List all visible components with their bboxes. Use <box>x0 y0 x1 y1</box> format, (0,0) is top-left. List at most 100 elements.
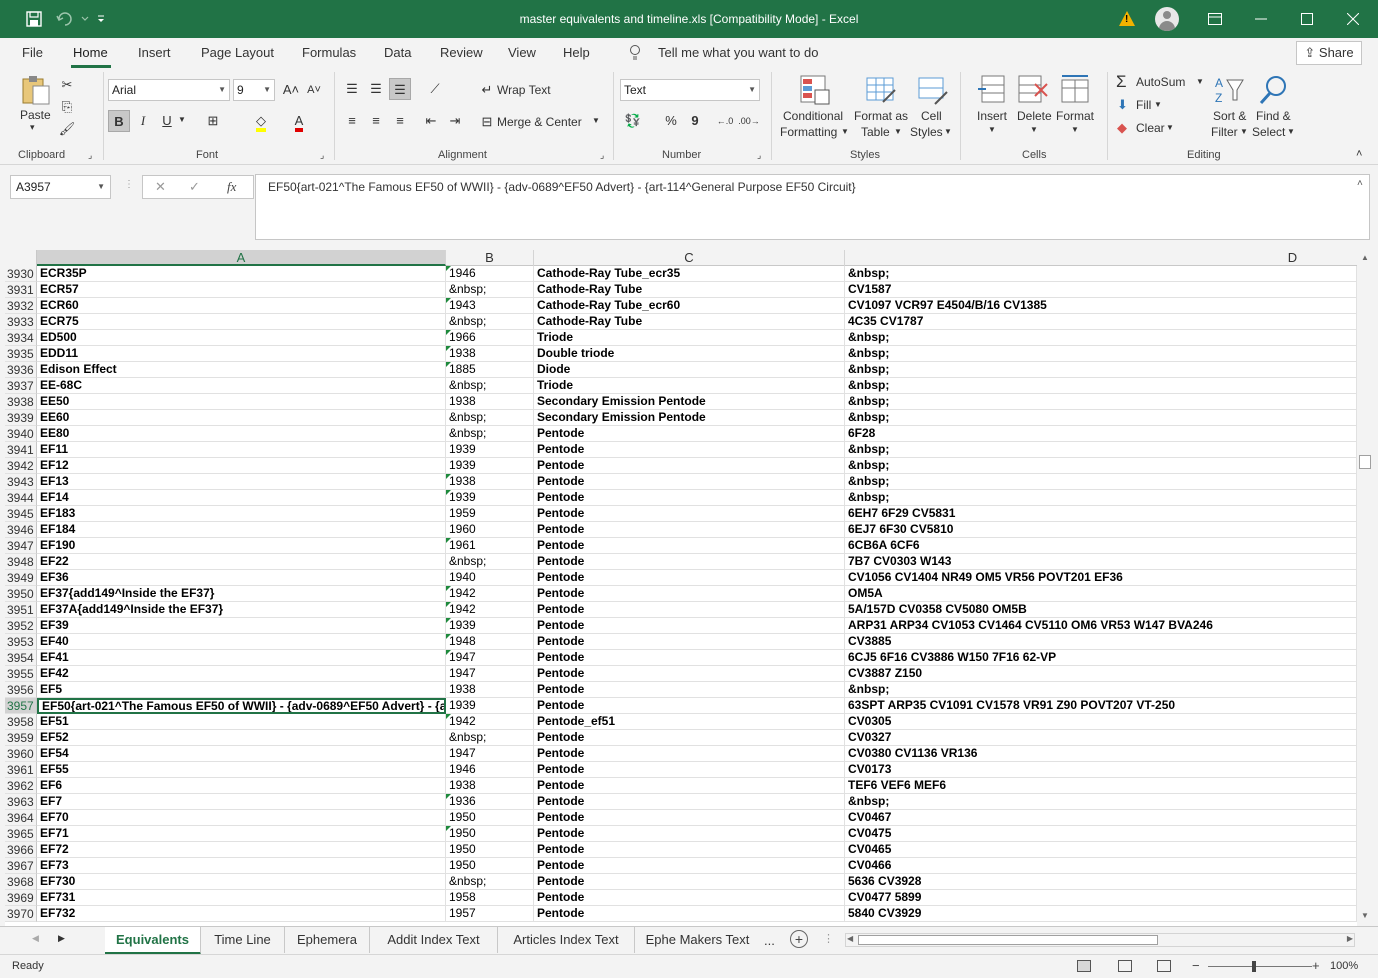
cell-col-a[interactable]: EF6 <box>37 778 446 794</box>
borders-icon[interactable]: ⊞ <box>202 110 224 132</box>
cell-col-c[interactable]: Pentode <box>534 810 845 826</box>
cell-col-c[interactable]: Pentode <box>534 458 845 474</box>
ribbon-display-icon[interactable] <box>1192 0 1238 38</box>
cell-col-b[interactable]: 1885 <box>446 362 534 378</box>
align-top-icon[interactable]: ☰ <box>341 78 363 100</box>
number-format-select[interactable]: Text ▼ <box>620 79 760 101</box>
maximize-icon[interactable] <box>1284 0 1330 38</box>
cell-col-d[interactable]: &nbsp; <box>845 362 1357 378</box>
cell-col-c[interactable]: Pentode <box>534 522 845 538</box>
cell-col-c[interactable]: Pentode <box>534 890 845 906</box>
row-header[interactable]: 3943 <box>5 474 37 490</box>
cell-col-b[interactable]: &nbsp; <box>446 730 534 746</box>
format-as-table-label-2[interactable]: Table <box>861 125 890 139</box>
cell-col-b[interactable]: 1939 <box>446 458 534 474</box>
warning-icon[interactable]: ! <box>1119 11 1135 26</box>
formula-input[interactable]: EF50{art-021^The Famous EF50 of WWII} - … <box>255 174 1370 240</box>
cell-col-b[interactable]: &nbsp; <box>446 410 534 426</box>
number-launcher-icon[interactable]: ⌟ <box>757 150 761 161</box>
cell-col-a[interactable]: EF184 <box>37 522 446 538</box>
cell-col-d[interactable]: 6EH7 6F29 CV5831 <box>845 506 1357 522</box>
cell-col-a[interactable]: EF36 <box>37 570 446 586</box>
format-painter-icon[interactable]: 🖌 <box>56 118 78 140</box>
cell-col-b[interactable]: 1938 <box>446 394 534 410</box>
tab-view[interactable]: View <box>508 45 536 60</box>
fill-color-icon[interactable]: ◇ <box>250 110 272 132</box>
cell-col-b[interactable]: &nbsp; <box>446 874 534 890</box>
cell-col-a[interactable]: EF41 <box>37 650 446 666</box>
merge-center-button[interactable]: Merge & Center <box>497 115 582 129</box>
scroll-up-icon[interactable]: ▲ <box>1359 253 1371 265</box>
find-select-icon[interactable] <box>1258 74 1290 106</box>
alignment-launcher-icon[interactable]: ⌟ <box>600 150 604 161</box>
page-layout-view-icon[interactable] <box>1118 960 1132 972</box>
tab-insert[interactable]: Insert <box>138 45 171 60</box>
cell-col-a[interactable]: ECR57 <box>37 282 446 298</box>
cell-col-c[interactable]: Pentode <box>534 650 845 666</box>
conditional-formatting-label-1[interactable]: Conditional <box>783 109 843 123</box>
merge-dropdown-icon[interactable]: ▼ <box>592 116 600 125</box>
zoom-slider-handle[interactable] <box>1252 961 1256 972</box>
cell-col-a[interactable]: EF37{add149^Inside the EF37} <box>37 586 446 602</box>
column-header-d[interactable]: D <box>845 250 1357 266</box>
add-sheet-icon[interactable]: + <box>790 930 808 948</box>
cell-col-a[interactable]: ECR35P <box>37 266 446 282</box>
cell-col-c[interactable]: Cathode-Ray Tube <box>534 282 845 298</box>
increase-font-icon[interactable]: A˄ <box>280 79 302 101</box>
row-header[interactable]: 3930 <box>5 266 37 282</box>
cell-col-b[interactable]: 1939 <box>446 618 534 634</box>
cell-col-d[interactable]: &nbsp; <box>845 794 1357 810</box>
cell-col-d[interactable]: &nbsp; <box>845 490 1357 506</box>
cell-col-c[interactable]: Pentode <box>534 538 845 554</box>
cell-col-b[interactable]: 1939 <box>446 442 534 458</box>
cell-col-c[interactable]: Pentode <box>534 778 845 794</box>
cell-col-a[interactable]: EF13 <box>37 474 446 490</box>
format-as-table-label-1[interactable]: Format as <box>854 109 908 123</box>
row-header[interactable]: 3932 <box>5 298 37 314</box>
sheet-tab-ephe-makers-text[interactable]: Ephe Makers Text <box>635 927 760 953</box>
cell-col-b[interactable]: 1950 <box>446 858 534 874</box>
cell-col-a[interactable]: EF70 <box>37 810 446 826</box>
paste-button[interactable]: Paste <box>20 108 51 122</box>
cell-col-b[interactable]: 1950 <box>446 842 534 858</box>
cell-col-d[interactable]: 5636 CV3928 <box>845 874 1357 890</box>
cell-styles-icon[interactable] <box>917 74 949 106</box>
row-header[interactable]: 3935 <box>5 346 37 362</box>
cell-col-d[interactable]: &nbsp; <box>845 346 1357 362</box>
cell-col-d[interactable]: &nbsp; <box>845 266 1357 282</box>
row-header[interactable]: 3963 <box>5 794 37 810</box>
cell-col-c[interactable]: Pentode <box>534 586 845 602</box>
cell-col-d[interactable]: &nbsp; <box>845 378 1357 394</box>
cell-col-d[interactable]: CV0475 <box>845 826 1357 842</box>
cell-col-b[interactable]: 1961 <box>446 538 534 554</box>
row-header[interactable]: 3942 <box>5 458 37 474</box>
row-header[interactable]: 3968 <box>5 874 37 890</box>
font-color-icon[interactable]: A <box>288 110 310 132</box>
cell-col-c[interactable]: Pentode <box>534 634 845 650</box>
row-header[interactable]: 3947 <box>5 538 37 554</box>
zoom-in-icon[interactable]: + <box>1312 958 1320 973</box>
cell-col-c[interactable]: Double triode <box>534 346 845 362</box>
tab-home[interactable]: Home <box>73 45 108 60</box>
row-header[interactable]: 3961 <box>5 762 37 778</box>
cell-col-c[interactable]: Secondary Emission Pentode <box>534 394 845 410</box>
cell-col-b[interactable]: 1942 <box>446 586 534 602</box>
decrease-font-icon[interactable]: A˅ <box>303 79 325 101</box>
cell-col-b[interactable]: 1940 <box>446 570 534 586</box>
tab-page-layout[interactable]: Page Layout <box>201 45 274 60</box>
cell-col-b[interactable]: 1948 <box>446 634 534 650</box>
horizontal-scroll-thumb[interactable] <box>858 935 1158 945</box>
minimize-icon[interactable] <box>1238 0 1284 38</box>
sheet-tab-equivalents[interactable]: Equivalents <box>105 927 201 955</box>
cell-col-c[interactable]: Pentode <box>534 762 845 778</box>
wrap-text-icon[interactable]: ↵ <box>476 79 498 101</box>
cell-col-d[interactable]: CV0466 <box>845 858 1357 874</box>
collapse-ribbon-icon[interactable]: ˄ <box>1356 148 1362 160</box>
find-select-label-1[interactable]: Find & <box>1256 109 1291 123</box>
align-bottom-icon[interactable]: ☰ <box>389 78 411 100</box>
cell-col-c[interactable]: Pentode <box>534 826 845 842</box>
row-header[interactable]: 3957 <box>5 698 37 714</box>
row-header[interactable]: 3954 <box>5 650 37 666</box>
sheet-tab-addit-index-text[interactable]: Addit Index Text <box>370 927 498 953</box>
tab-formulas[interactable]: Formulas <box>302 45 356 60</box>
